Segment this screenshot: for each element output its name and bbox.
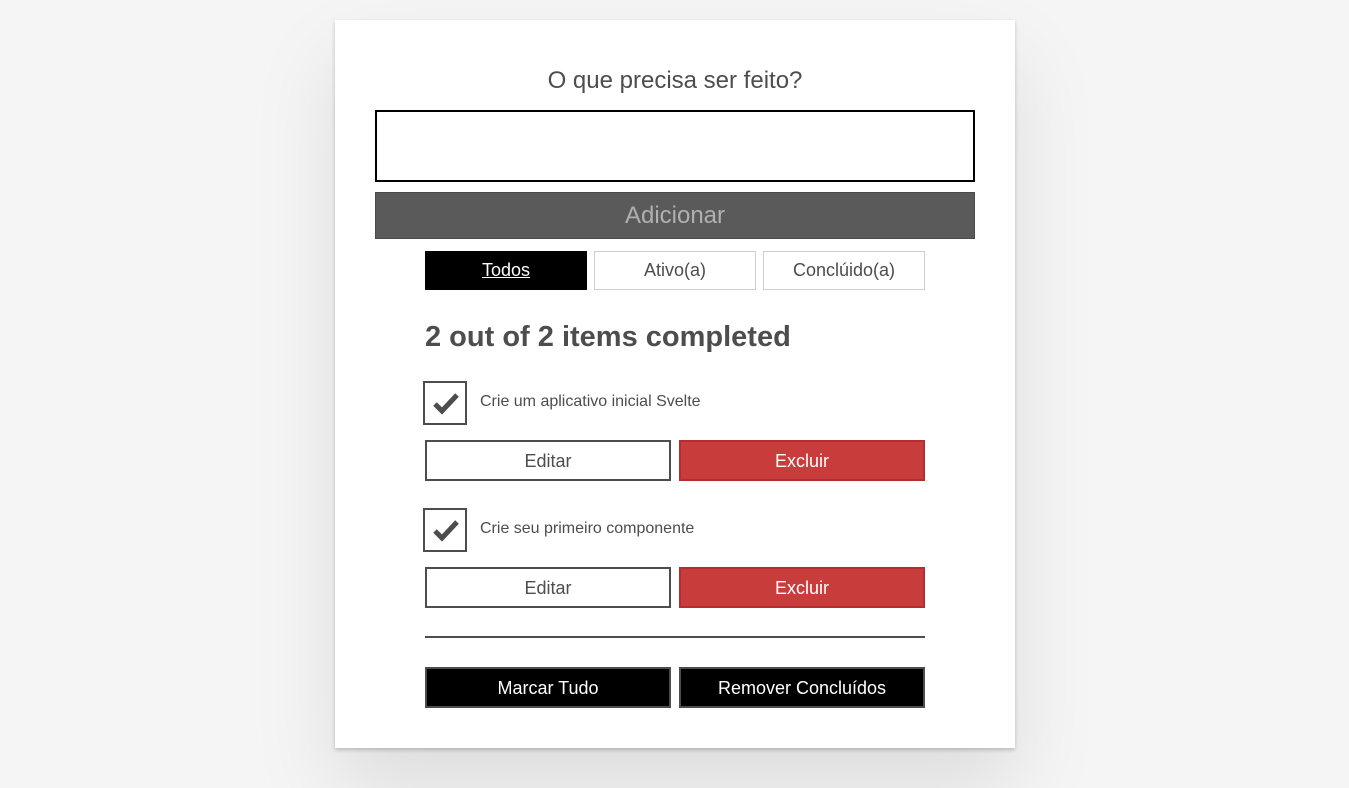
add-button[interactable]: Adicionar: [375, 192, 975, 239]
divider: [425, 636, 925, 638]
checkmark-icon: [433, 520, 459, 542]
todo-label[interactable]: Crie seu primeiro componente: [480, 519, 694, 539]
edit-button[interactable]: Editar: [425, 567, 671, 608]
delete-button[interactable]: Excluir: [679, 440, 925, 481]
edit-button[interactable]: Editar: [425, 440, 671, 481]
todo-checkbox[interactable]: [423, 508, 467, 552]
filter-all-button[interactable]: Todos: [425, 251, 587, 290]
new-todo-input[interactable]: [375, 110, 975, 182]
form-heading: O que precisa ser feito?: [547, 67, 803, 94]
remove-completed-button[interactable]: Remover Concluídos: [679, 667, 925, 708]
todo-checkbox[interactable]: [423, 381, 467, 425]
filter-active-button[interactable]: Ativo(a): [594, 251, 756, 290]
todo-app-card: O que precisa ser feito? Adicionar Todos…: [335, 20, 1015, 748]
delete-button[interactable]: Excluir: [679, 567, 925, 608]
todo-label[interactable]: Crie um aplicativo inicial Svelte: [480, 392, 701, 412]
filter-group: Todos Ativo(a) Conclúido(a): [425, 251, 925, 290]
check-all-button[interactable]: Marcar Tudo: [425, 667, 671, 708]
filter-completed-button[interactable]: Conclúido(a): [763, 251, 925, 290]
completion-status: 2 out of 2 items completed: [425, 321, 791, 353]
checkmark-icon: [433, 393, 459, 415]
